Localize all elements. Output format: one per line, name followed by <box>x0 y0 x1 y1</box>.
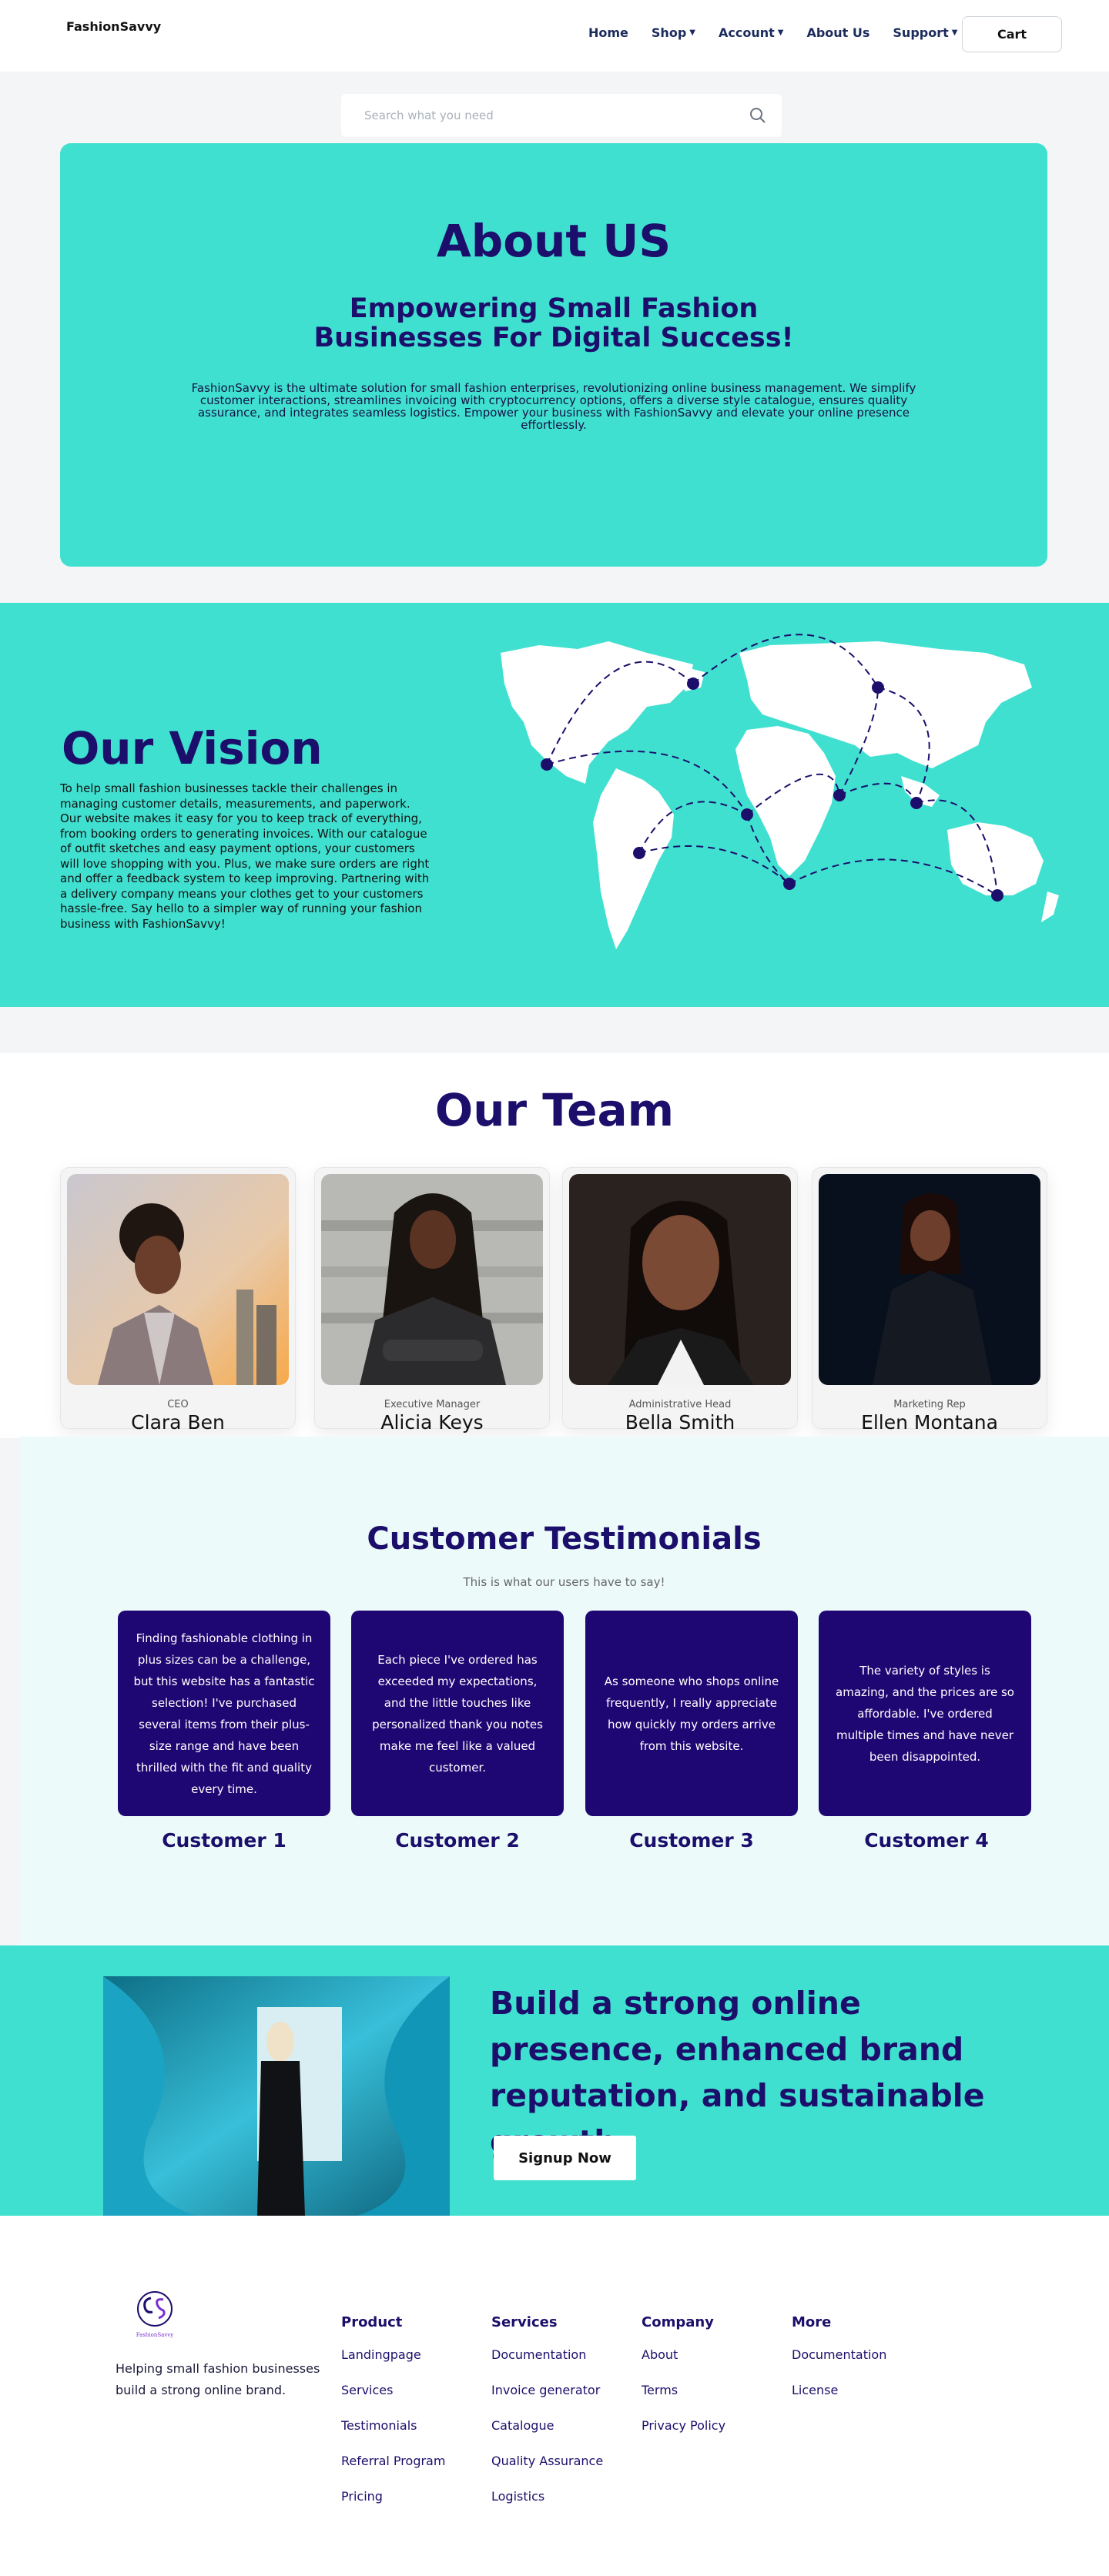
footer-logo-text: FashionSavvy <box>136 2332 173 2338</box>
testimonial-author: Customer 2 <box>395 1829 520 1852</box>
search-icon[interactable] <box>749 106 767 125</box>
footer-column-more: More Documentation License <box>792 2314 886 2418</box>
cta-section: Build a strong online presence, enhanced… <box>0 1945 1109 2216</box>
footer-link[interactable]: Services <box>341 2383 445 2418</box>
team-member-card[interactable]: Marketing Rep Ellen Montana <box>812 1167 1047 1434</box>
footer-link[interactable]: License <box>792 2383 886 2418</box>
testimonial-card: As someone who shops online frequently, … <box>585 1611 798 1816</box>
vision-title: Our Vision <box>62 722 323 774</box>
testimonial-author: Customer 4 <box>864 1829 989 1852</box>
footer-link[interactable]: Logistics <box>491 2489 603 2524</box>
footer-link[interactable]: Pricing <box>341 2489 445 2524</box>
site-logo[interactable]: FashionSavvy <box>66 19 161 34</box>
testimonial-text: As someone who shops online frequently, … <box>604 1674 779 1753</box>
vision-body: To help small fashion businesses tackle … <box>60 781 430 931</box>
about-body: FashionSavvy is the ultimate solution fo… <box>191 381 916 432</box>
team-member-role: CEO <box>167 1399 189 1410</box>
team-title: Our Team <box>434 1084 675 1136</box>
vision-section: Our Vision To help small fashion busines… <box>0 603 1109 1007</box>
footer-link[interactable]: Quality Assurance <box>491 2454 603 2489</box>
footer-heading: Services <box>491 2314 558 2330</box>
team-member-role: Executive Manager <box>384 1399 481 1410</box>
cart-button[interactable]: Cart <box>962 16 1062 52</box>
nav-support[interactable]: Support ▼ <box>893 25 957 40</box>
nav-about-us-label: About Us <box>806 25 870 40</box>
footer-link[interactable]: Documentation <box>491 2347 603 2383</box>
nav-support-label: Support <box>893 25 949 40</box>
footer-column-company: Company About Terms Privacy Policy <box>642 2314 725 2454</box>
site-footer: FashionSavvy Helping small fashion busin… <box>0 2216 1109 2576</box>
team-member-card[interactable]: CEO Clara Ben <box>60 1167 296 1434</box>
footer-column-product: Product Landingpage Services Testimonial… <box>341 2314 445 2524</box>
testimonials-subtitle: This is what our users have to say! <box>463 1575 665 1589</box>
chevron-down-icon: ▼ <box>689 28 695 37</box>
footer-link[interactable]: About <box>642 2347 725 2383</box>
footer-link[interactable]: Terms <box>642 2383 725 2418</box>
footer-column-services: Services Documentation Invoice generator… <box>491 2314 603 2524</box>
footer-heading: More <box>792 2314 832 2330</box>
testimonial-text: Finding fashionable clothing in plus siz… <box>133 1631 315 1796</box>
nav-account-label: Account <box>718 25 775 40</box>
team-member-name: Ellen Montana <box>861 1411 998 1434</box>
search-input[interactable]: Search what you need <box>364 109 494 122</box>
search-bar[interactable]: Search what you need <box>341 94 782 137</box>
team-member-name: Bella Smith <box>625 1411 735 1434</box>
world-map-illustration <box>501 634 1059 949</box>
team-member-role: Marketing Rep <box>893 1399 966 1410</box>
team-member-role: Administrative Head <box>628 1399 732 1410</box>
footer-link[interactable]: Privacy Policy <box>642 2418 725 2454</box>
testimonials-section: Customer Testimonials This is what our u… <box>19 1437 1109 1945</box>
footer-logo[interactable]: FashionSavvy <box>132 2289 177 2339</box>
main-nav: Home Shop ▼ Account ▼ About Us Support ▼ <box>588 25 980 40</box>
testimonials-title: Customer Testimonials <box>367 1521 762 1557</box>
footer-link[interactable]: Invoice generator <box>491 2383 603 2418</box>
testimonial-text: The variety of styles is amazing, and th… <box>836 1663 1014 1764</box>
testimonial-card: Finding fashionable clothing in plus siz… <box>118 1611 330 1816</box>
footer-link[interactable]: Testimonials <box>341 2418 445 2454</box>
nav-home-label: Home <box>588 25 628 40</box>
testimonial-author: Customer 3 <box>629 1829 754 1852</box>
testimonial-author: Customer 1 <box>162 1829 286 1852</box>
chevron-down-icon: ▼ <box>951 28 958 37</box>
nav-shop[interactable]: Shop ▼ <box>652 25 695 40</box>
nav-home[interactable]: Home <box>588 25 628 40</box>
team-member-name: Alicia Keys <box>380 1411 484 1434</box>
chevron-down-icon: ▼ <box>777 28 784 37</box>
testimonial-card: Each piece I've ordered has exceeded my … <box>351 1611 564 1816</box>
team-member-name: Clara Ben <box>131 1411 225 1434</box>
site-header: FashionSavvy Home Shop ▼ Account ▼ About U… <box>0 0 1109 72</box>
team-member-photo <box>819 1174 1040 1385</box>
team-member-photo <box>67 1174 289 1385</box>
about-subtitle: Empowering Small Fashion Businesses For … <box>313 293 794 353</box>
footer-heading: Product <box>341 2314 403 2330</box>
team-member-photo <box>569 1174 791 1385</box>
signup-button[interactable]: Signup Now <box>494 2136 636 2180</box>
footer-tagline: Helping small fashion businesses build a… <box>116 2361 320 2397</box>
footer-link[interactable]: Documentation <box>792 2347 886 2383</box>
team-member-card[interactable]: Executive Manager Alicia Keys <box>314 1167 550 1434</box>
nav-shop-label: Shop <box>651 25 687 40</box>
footer-link[interactable]: Referral Program <box>341 2454 445 2489</box>
about-section: About US Empowering Small Fashion Busine… <box>60 143 1047 567</box>
testimonial-card: The variety of styles is amazing, and th… <box>819 1611 1031 1816</box>
testimonial-text: Each piece I've ordered has exceeded my … <box>372 1652 543 1775</box>
footer-link[interactable]: Catalogue <box>491 2418 603 2454</box>
footer-link[interactable]: Landingpage <box>341 2347 445 2383</box>
about-title: About US <box>436 215 672 267</box>
footer-heading: Company <box>642 2314 714 2330</box>
nav-about-us[interactable]: About Us <box>806 25 869 40</box>
nav-account[interactable]: Account ▼ <box>719 25 783 40</box>
team-member-card[interactable]: Administrative Head Bella Smith <box>562 1167 798 1434</box>
team-member-photo <box>321 1174 543 1385</box>
team-section: Our Team CEO Clara Ben Executive Manager <box>0 1053 1109 1438</box>
fashion-hero-image <box>103 1976 450 2216</box>
